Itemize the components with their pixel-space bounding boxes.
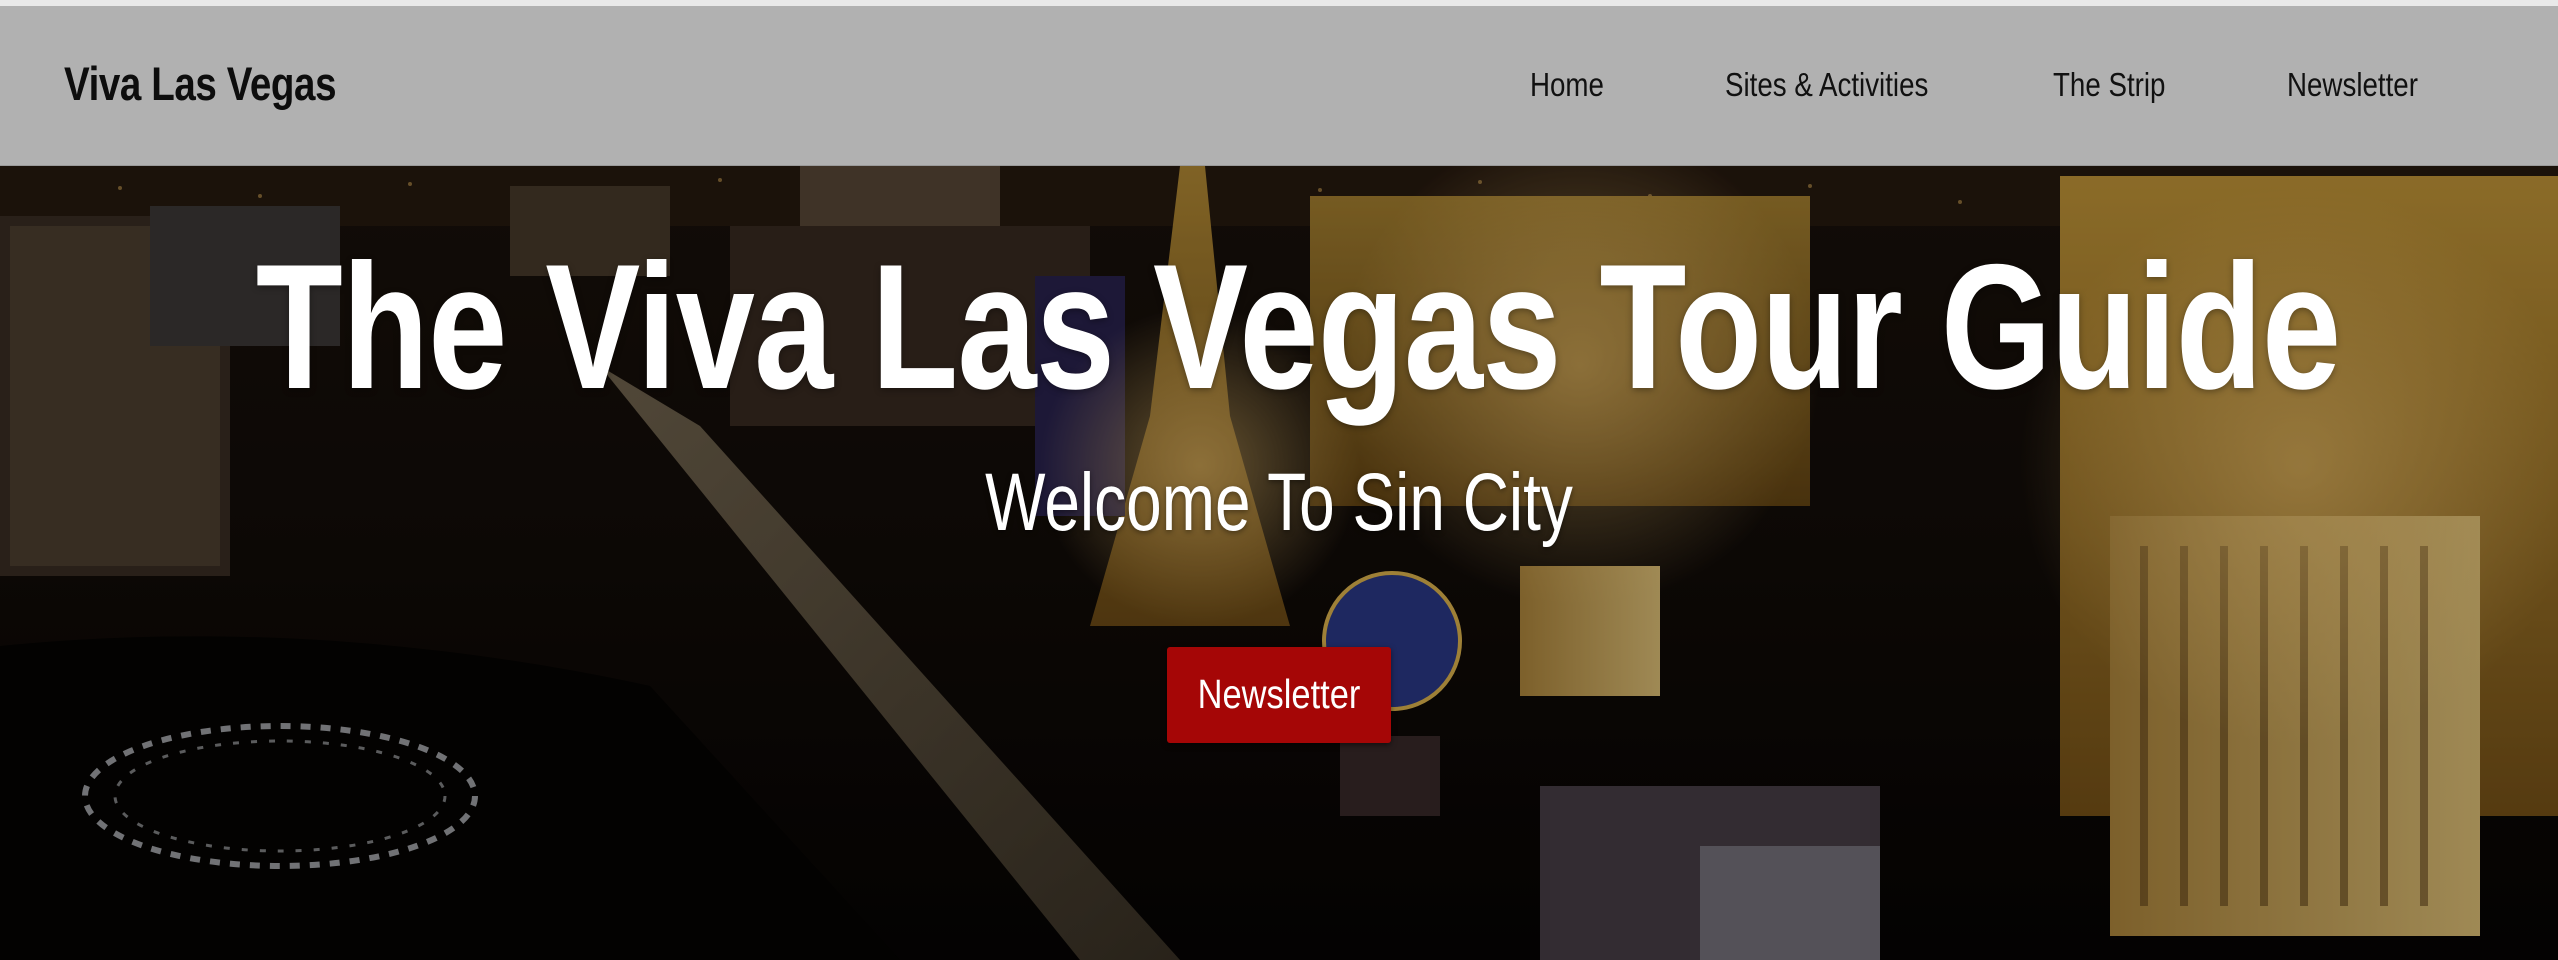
hero-section: The Viva Las Vegas Tour Guide Welcome To… <box>0 166 2558 960</box>
nav-links: Home Sites & Activities The Strip Newsle… <box>0 6 2558 166</box>
newsletter-button[interactable]: Newsletter <box>1167 647 1391 743</box>
page: Viva Las Vegas Home Sites & Activities T… <box>0 0 2558 960</box>
nav-link-home[interactable]: Home <box>1530 66 1604 104</box>
nav-link-sites-activities[interactable]: Sites & Activities <box>1725 66 1928 104</box>
nav-link-newsletter[interactable]: Newsletter <box>2287 66 2418 104</box>
navbar: Viva Las Vegas Home Sites & Activities T… <box>0 6 2558 166</box>
hero-subtitle: Welcome To Sin City <box>985 457 1573 548</box>
hero-title: The Viva Las Vegas Tour Guide <box>255 227 2341 426</box>
newsletter-button-label: Newsletter <box>1197 671 1361 717</box>
nav-link-the-strip[interactable]: The Strip <box>2053 66 2165 104</box>
